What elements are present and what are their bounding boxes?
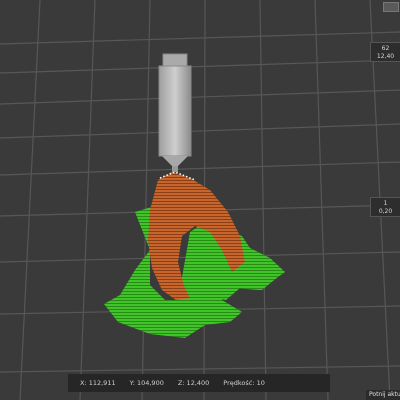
bottom-layer-height: 0,20 — [378, 208, 393, 215]
top-layer-number: 62 — [381, 45, 390, 52]
top-layer-height: 12,40 — [376, 53, 395, 60]
layer-slider-top-label[interactable]: 62 12,40 — [370, 42, 400, 62]
y-coordinate: Y: 104,900 — [129, 379, 164, 387]
layer-slider-bottom-label[interactable]: 1 0,20 — [370, 197, 400, 217]
x-coordinate: X: 112,911 — [80, 379, 116, 387]
slider-handle-icon[interactable] — [383, 2, 399, 12]
3d-viewport[interactable] — [0, 0, 400, 400]
position-status-bar: X: 112,911 Y: 104,900 Z: 12,400 Prędkość… — [68, 374, 330, 392]
print-nozzle — [158, 53, 192, 172]
slice-now-button[interactable]: Potnij aktu — [366, 390, 400, 400]
speed-readout: Prędkość: 10 — [223, 379, 265, 387]
z-coordinate: Z: 12,400 — [177, 379, 210, 387]
bottom-layer-number: 1 — [383, 200, 388, 207]
